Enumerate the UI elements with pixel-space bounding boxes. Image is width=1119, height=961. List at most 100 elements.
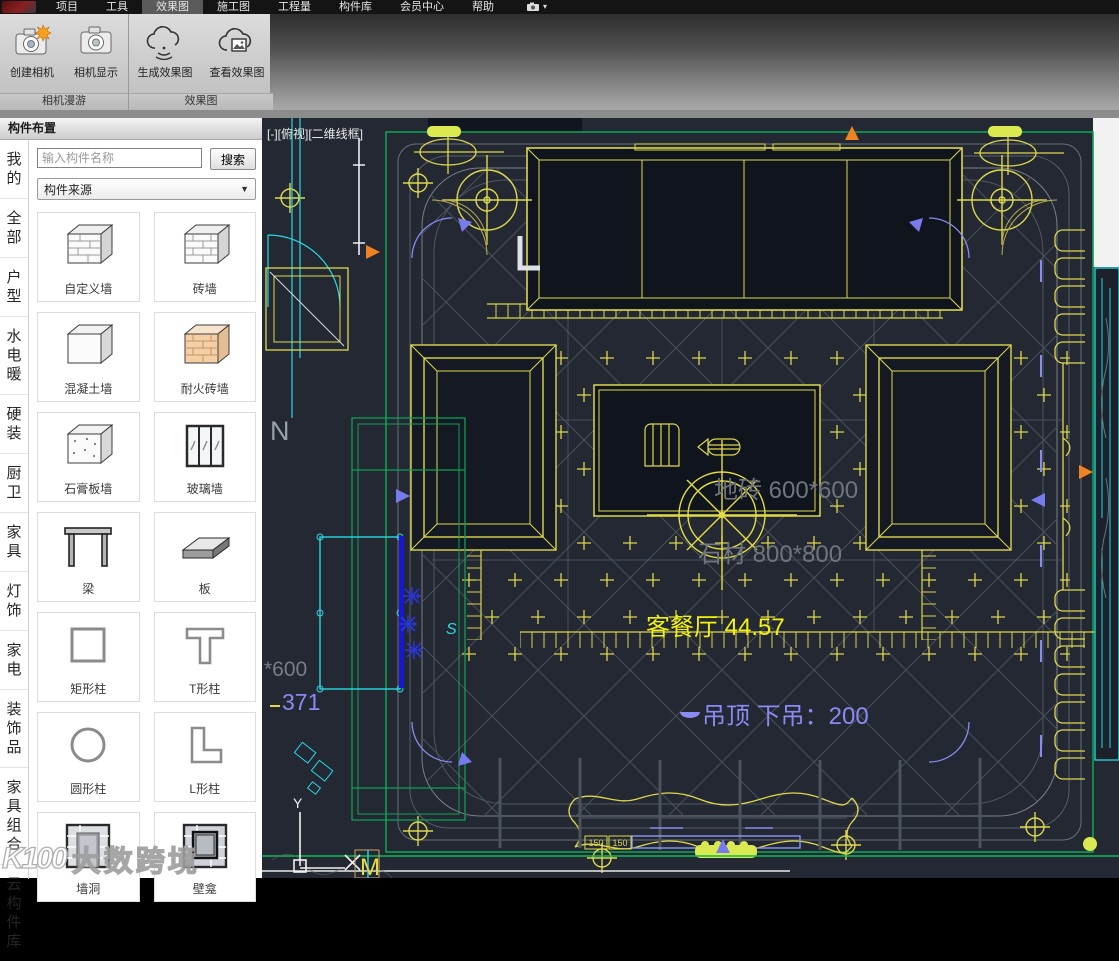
app-logo xyxy=(2,1,36,13)
camera-new-icon xyxy=(15,24,52,55)
component-palette: 构件布置 我的 全部 户型 水电暖 硬装 厨卫 家具 灯饰 家电 装饰品 家具组… xyxy=(0,118,262,950)
category-mine[interactable]: 我的 xyxy=(0,140,28,198)
component-niche[interactable]: 壁龛 xyxy=(153,812,256,902)
cloud-generate-icon xyxy=(146,26,180,60)
top-cabinet xyxy=(526,147,963,311)
camera-display-button[interactable]: 相机显示 xyxy=(64,20,128,82)
component-custom-wall[interactable]: 自定义墙 xyxy=(37,212,140,302)
component-label: 圆形柱 xyxy=(70,782,107,796)
component-slab[interactable]: 板 xyxy=(153,512,256,602)
menu-item-library[interactable]: 构件库 xyxy=(325,0,386,14)
component-label: L形柱 xyxy=(189,782,221,796)
menu-item-help[interactable]: 帮助 xyxy=(458,0,508,14)
cloud-view-icon xyxy=(218,28,252,52)
component-wall-hole[interactable]: 墙洞 xyxy=(37,812,140,902)
component-t-column[interactable]: T形柱 xyxy=(153,612,256,702)
component-label: 玻璃墙 xyxy=(186,482,223,496)
ribbon-panel: 创建相机 相机显示 相机漫游 生成效果图 查看效果图 效果图 xyxy=(0,14,273,110)
menu-item-render[interactable]: 效果图 xyxy=(142,0,203,14)
niche-icon xyxy=(182,823,227,868)
ribbon-group-render-label: 效果图 xyxy=(129,93,273,110)
wall-hole-icon xyxy=(66,823,111,868)
camera-menu-button[interactable]: ▾ xyxy=(526,0,547,14)
create-camera-label: 创建相机 xyxy=(10,67,54,79)
component-beam[interactable]: 梁 xyxy=(37,512,140,602)
svg-text:150: 150 xyxy=(612,838,627,848)
side-elevation-panel xyxy=(1094,267,1119,761)
s-letter: S xyxy=(446,621,457,638)
component-l-column[interactable]: L形柱 xyxy=(153,712,256,802)
ceiling-label: 吊顶 下吊：200 xyxy=(702,703,869,730)
brick-wall-icon xyxy=(183,223,231,264)
component-concrete-wall[interactable]: 混凝土墙 xyxy=(37,312,140,402)
slab-icon xyxy=(181,536,231,559)
component-circle-column[interactable]: 圆形柱 xyxy=(37,712,140,802)
category-lighting[interactable]: 灯饰 xyxy=(0,571,28,630)
dim-600-label: *600 xyxy=(264,658,307,681)
gypsum-wall-icon xyxy=(66,423,114,464)
component-search-input[interactable] xyxy=(37,148,202,168)
palette-title: 构件布置 xyxy=(0,118,262,140)
component-label: 矩形柱 xyxy=(70,682,107,696)
component-label: 壁龛 xyxy=(192,882,217,896)
search-button[interactable]: 搜索 xyxy=(210,148,256,170)
category-furniture-set[interactable]: 家具组合 xyxy=(0,767,28,864)
component-rect-column[interactable]: 矩形柱 xyxy=(37,612,140,702)
dropdown-arrow-icon: ▾ xyxy=(543,2,548,11)
blue-wall-bar xyxy=(399,536,404,688)
category-rail: 我的 全部 户型 水电暖 硬装 厨卫 家具 灯饰 家电 装饰品 家具组合 云构件… xyxy=(0,140,29,950)
component-label: 石膏板墙 xyxy=(64,482,113,496)
dim-371-label: 371 xyxy=(282,689,320,715)
component-firebrick-wall[interactable]: 耐火砖墙 xyxy=(153,312,256,402)
category-hardscape[interactable]: 硬装 xyxy=(0,394,28,453)
beam-icon xyxy=(64,526,113,567)
rect-column-icon xyxy=(70,627,106,662)
category-layout[interactable]: 户型 xyxy=(0,257,28,316)
menu-item-construction[interactable]: 施工图 xyxy=(203,0,264,14)
camera-display-label: 相机显示 xyxy=(74,67,118,79)
m-letter: M xyxy=(360,854,380,878)
category-appliance[interactable]: 家电 xyxy=(0,630,28,689)
menu-item-quantity[interactable]: 工程量 xyxy=(264,0,325,14)
component-brick-wall[interactable]: 砖墙 xyxy=(153,212,256,302)
category-all[interactable]: 全部 xyxy=(0,198,28,257)
circle-column-icon xyxy=(70,727,106,762)
highlight-dot xyxy=(1083,837,1097,851)
view-render-button[interactable]: 查看效果图 xyxy=(201,20,273,82)
menu-item-project[interactable]: 项目 xyxy=(42,0,92,14)
component-label: T形柱 xyxy=(189,682,221,696)
palette-content: 搜索 构件来源 ▼ 自定义墙 xyxy=(29,140,262,902)
firebrick-wall-icon xyxy=(183,323,231,364)
component-glass-wall[interactable]: 玻璃墙 xyxy=(153,412,256,502)
ribbon-group-camera-label: 相机漫游 xyxy=(0,93,128,110)
top-right-blank xyxy=(1093,118,1119,267)
ribbon: 创建相机 相机显示 相机漫游 生成效果图 查看效果图 效果图 xyxy=(0,14,1119,110)
component-label: 耐火砖墙 xyxy=(180,382,229,396)
component-source-dropdown[interactable]: 构件来源 ▼ xyxy=(37,178,256,200)
l-column-icon xyxy=(190,726,223,763)
component-label: 梁 xyxy=(82,582,95,596)
stone-label: 石材 800*800 xyxy=(698,541,842,568)
generate-render-button[interactable]: 生成效果图 xyxy=(129,20,201,82)
north-letter: N xyxy=(270,416,290,446)
concrete-wall-icon xyxy=(66,323,114,364)
generate-render-label: 生成效果图 xyxy=(137,67,193,79)
category-cloud-library[interactable]: 云构件库 xyxy=(0,864,28,961)
category-mep[interactable]: 水电暖 xyxy=(0,316,28,394)
source-dropdown-value: 构件来源 xyxy=(44,182,93,197)
component-label: 自定义墙 xyxy=(64,282,113,296)
y-axis-label: Y xyxy=(293,795,303,811)
category-furniture[interactable]: 家具 xyxy=(0,512,28,571)
menu-item-member[interactable]: 会员中心 xyxy=(386,0,458,14)
camera-display-icon xyxy=(80,26,112,54)
view-render-label: 查看效果图 xyxy=(209,67,265,79)
custom-wall-icon xyxy=(66,223,114,264)
cad-viewport[interactable]: 150 150 [-][俯视][二维线框] 地砖 600*600 石材 800*… xyxy=(262,118,1119,878)
ribbon-group-camera: 创建相机 相机显示 相机漫游 xyxy=(0,14,129,110)
create-camera-button[interactable]: 创建相机 xyxy=(0,20,64,82)
menu-item-tools[interactable]: 工具 xyxy=(92,0,142,14)
category-decor[interactable]: 装饰品 xyxy=(0,689,28,767)
category-kitchen-bath[interactable]: 厨卫 xyxy=(0,453,28,512)
component-gypsum-wall[interactable]: 石膏板墙 xyxy=(37,412,140,502)
chevron-down-icon: ▼ xyxy=(240,184,249,194)
